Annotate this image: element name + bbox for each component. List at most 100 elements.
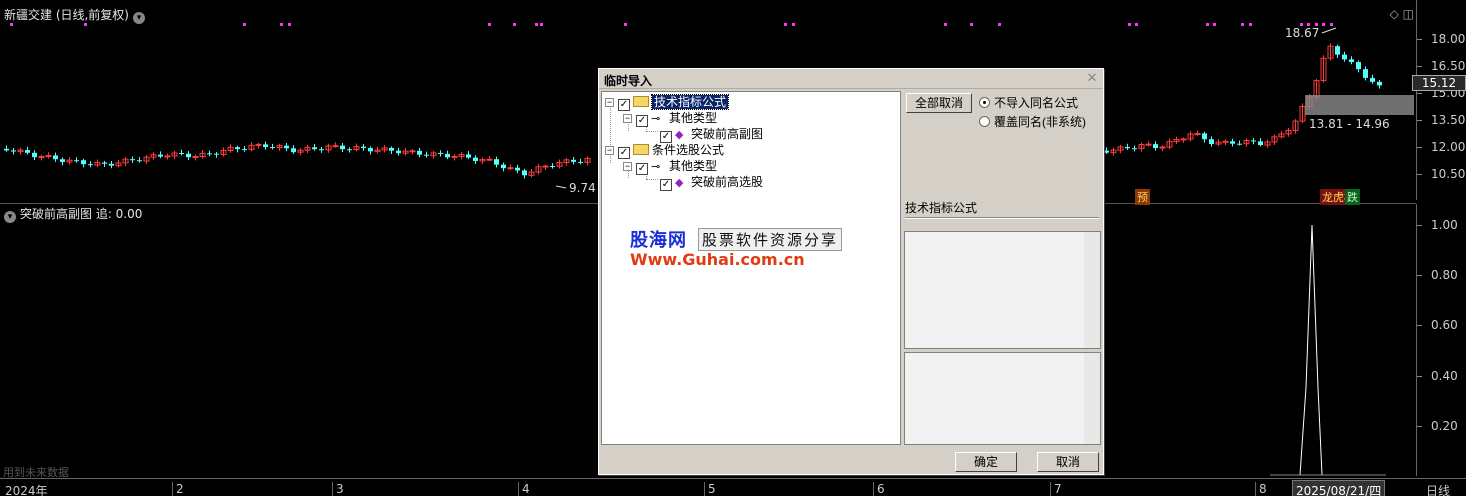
radio-label: 覆盖同名(非系统) [994, 115, 1086, 129]
candle-body [1104, 150, 1109, 153]
tree-item-screen-formulas[interactable]: − ✓ 条件选股公式 [605, 142, 724, 159]
price-tick-label: 18.00 [1431, 32, 1466, 46]
signal-dot [1330, 23, 1333, 26]
close-icon[interactable]: ✕ [1085, 71, 1099, 85]
scrollbar[interactable] [1084, 232, 1100, 348]
candle-body [1335, 46, 1340, 55]
candle-body [284, 145, 289, 149]
signal-dot [243, 23, 246, 26]
candle-body [1180, 138, 1187, 141]
ok-button[interactable]: 确定 [955, 452, 1017, 472]
collapse-icon[interactable]: − [623, 162, 632, 171]
collapse-icon[interactable]: − [605, 98, 614, 107]
indicator-tick [1417, 426, 1422, 427]
candle-body [1132, 148, 1137, 150]
tree-item-breakout-screen[interactable]: ✓ ◆ 突破前高选股 [660, 174, 764, 191]
price-tick-label: 13.50 [1431, 113, 1466, 127]
key-icon: ⊸ [651, 161, 661, 173]
signal-dot [488, 23, 491, 26]
watermark-url: Www.Guhai.com.cn [630, 250, 805, 269]
candle-body [192, 156, 199, 159]
formula-tree[interactable]: − ✓ 技术指标公式 − ✓ ⊸ 其他类型 ✓ ◆ 突破前高副图 − ✓ 条件选股公式 − ✓ ⊸ 其他… [601, 91, 901, 445]
folder-icon [633, 96, 649, 107]
candle-body [486, 158, 493, 161]
formula-type-label: 技术指标公式 [905, 201, 978, 215]
candle-body [501, 164, 506, 169]
key-icon: ⊸ [651, 113, 661, 125]
candle-body [235, 147, 240, 150]
tree-item-label: 突破前高选股 [691, 175, 764, 189]
scrollbar[interactable] [1084, 353, 1100, 444]
radio-selected-icon[interactable] [979, 97, 990, 108]
radio-unselected-icon[interactable] [979, 116, 990, 127]
candle-body [109, 163, 114, 166]
indicator-tick [1417, 325, 1422, 326]
candle-body [1370, 77, 1375, 82]
candle-body [332, 145, 339, 148]
gem-icon: ◆ [675, 177, 684, 189]
candle-body [60, 159, 65, 163]
period-label[interactable]: 日线 [1426, 482, 1450, 496]
candle-body [361, 146, 366, 149]
candle-body [25, 149, 30, 153]
candle-body [312, 147, 317, 150]
tree-item-other-types[interactable]: − ✓ ⊸ 其他类型 [623, 158, 717, 175]
candle-body [88, 164, 93, 166]
formula-code-pane[interactable] [904, 352, 1101, 445]
tree-item-other-types[interactable]: − ✓ ⊸ 其他类型 [623, 110, 717, 127]
candle-body [214, 153, 219, 155]
signal-dot [1128, 23, 1131, 26]
candle-body [578, 161, 583, 163]
cancel-all-button[interactable]: 全部取消 [906, 93, 972, 113]
candle-body [164, 155, 171, 158]
chart-tool-icons[interactable]: ◇ ◫ [1390, 7, 1414, 21]
indicator-tick [1417, 275, 1422, 276]
radio-overwrite-same-name[interactable]: 覆盖同名(非系统) [979, 113, 1086, 130]
folder-icon [633, 144, 649, 155]
signal-dot [513, 23, 516, 26]
dropdown-icon[interactable]: ▾ [133, 12, 145, 24]
formula-description-pane[interactable] [904, 231, 1101, 349]
date-label: 2024年 [5, 484, 48, 496]
candle-body [1230, 141, 1235, 144]
fall-marker[interactable]: 跌 [1345, 189, 1360, 205]
cancel-button[interactable]: 取消 [1037, 452, 1099, 472]
range-label: 13.81 - 14.96 [1309, 117, 1390, 131]
diamond-icon[interactable]: ◇ [1390, 7, 1399, 21]
candle-body [38, 156, 45, 159]
candle-body [53, 155, 58, 160]
signal-dot [624, 23, 627, 26]
dropdown-icon[interactable]: ▾ [4, 211, 16, 223]
candle-body [1222, 140, 1229, 143]
candle-body [1209, 139, 1214, 145]
price-tick [1417, 120, 1422, 121]
checkbox-checked-icon[interactable]: ✓ [636, 115, 648, 127]
signal-dot [1241, 23, 1244, 26]
price-tick [1417, 66, 1422, 67]
high-price-leader [1321, 27, 1337, 34]
candle-body [571, 159, 576, 162]
collapse-icon[interactable]: − [605, 146, 614, 155]
forecast-marker[interactable]: 预 [1135, 189, 1150, 205]
candle-body [445, 153, 450, 158]
indicator-signal-line [1299, 224, 1323, 476]
candle-body [1251, 140, 1256, 142]
collapse-icon[interactable]: − [623, 114, 632, 123]
panel-icon[interactable]: ◫ [1403, 7, 1414, 21]
checkbox-checked-icon[interactable]: ✓ [660, 179, 672, 191]
candle-body [424, 154, 429, 156]
tree-item-indicator-formulas[interactable]: − ✓ 技术指标公式 [605, 94, 730, 111]
indicator-tick-label: 0.20 [1431, 419, 1458, 433]
date-label: 8 [1255, 482, 1267, 496]
candle-body [473, 157, 478, 162]
checkbox-checked-icon[interactable]: ✓ [636, 163, 648, 175]
dialog-titlebar[interactable]: 临时导入 ✕ [599, 69, 1103, 89]
radio-skip-same-name[interactable]: 不导入同名公式 [979, 94, 1078, 111]
signal-dot [998, 23, 1001, 26]
candle-body [1258, 141, 1263, 146]
signal-dot [280, 23, 283, 26]
tree-item-breakout-subchart[interactable]: ✓ ◆ 突破前高副图 [660, 126, 763, 143]
date-label: 3 [332, 482, 344, 496]
indicator-tick-label: 0.40 [1431, 369, 1458, 383]
import-dialog: 临时导入 ✕ − ✓ 技术指标公式 − ✓ ⊸ 其他类型 ✓ ◆ 突破前高副图 − ✓ 条件选股公… [598, 68, 1104, 475]
